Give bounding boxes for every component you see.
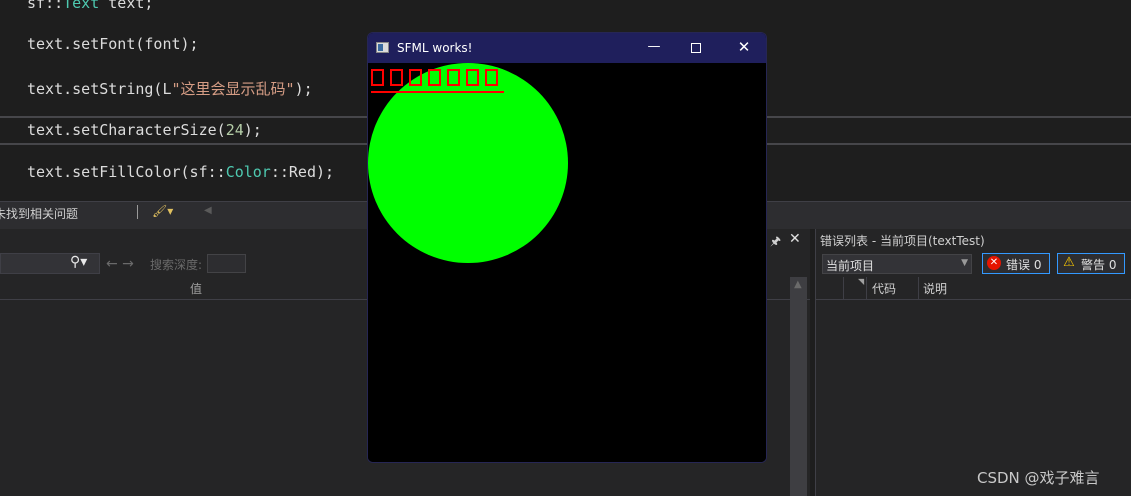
code-column-header[interactable]: 代码 [872, 280, 896, 297]
missing-glyph-box [428, 69, 441, 86]
close-icon[interactable]: ✕ [789, 231, 801, 247]
search-depth-label: 搜索深度: [150, 258, 203, 272]
scope-label: 当前项目 [826, 259, 875, 273]
error-list-header: ◥ 代码 说明 [816, 277, 1131, 300]
chevron-down-icon: ▼ [961, 258, 968, 268]
code-cleanup-icon[interactable]: 🖌▾ [152, 204, 173, 218]
window-title: SFML works! [397, 41, 473, 55]
pin-icon[interactable]: 🖈 [770, 232, 781, 253]
search-icon[interactable]: ⚲▾ [70, 254, 87, 270]
scroll-up-icon[interactable]: ▲ [794, 279, 802, 290]
code-line[interactable]: text.setFillColor(sf::Color::Red); [27, 163, 334, 181]
error-icon: ✕ [987, 256, 1001, 270]
window-titlebar[interactable]: SFML works! — ✕ [368, 33, 766, 63]
missing-glyph-box [409, 69, 422, 86]
search-depth-select[interactable] [207, 254, 246, 273]
warnings-filter-button[interactable]: ⚠ 警告 0 [1057, 253, 1125, 274]
warnings-label: 警告 0 [1081, 258, 1117, 272]
sfml-window[interactable]: SFML works! — ✕ [367, 32, 767, 463]
render-canvas[interactable] [368, 63, 766, 462]
error-list-title: 错误列表 - 当前项目(textTest) [820, 234, 985, 248]
column-divider [866, 277, 867, 299]
value-header-label: 值 [190, 282, 203, 296]
warning-icon: ⚠ [1063, 255, 1075, 270]
scroll-left-icon[interactable]: ◀ [204, 205, 212, 216]
scope-dropdown[interactable]: 当前项目 ▼ [822, 254, 972, 274]
missing-glyph-box [447, 69, 460, 86]
error-list-panel: 错误列表 - 当前项目(textTest) 当前项目 ▼ ✕ 错误 0 ⚠ 警告… [815, 229, 1131, 496]
app-icon [376, 42, 389, 53]
search-nav-arrows[interactable]: ← → [106, 256, 134, 272]
errors-label: 错误 0 [1006, 258, 1042, 272]
maximize-icon[interactable] [691, 43, 701, 53]
column-divider [843, 277, 844, 299]
description-column-header[interactable]: 说明 [923, 280, 947, 297]
issues-status[interactable]: 未找到相关问题 [0, 205, 78, 222]
divider [137, 205, 138, 219]
code-line[interactable]: sf::Text text; [27, 0, 153, 12]
filter-icon[interactable]: ◥ [858, 277, 864, 286]
missing-glyph-box [466, 69, 479, 86]
code-line[interactable]: text.setCharacterSize(24); [27, 121, 262, 139]
minimize-icon[interactable]: — [644, 39, 664, 54]
green-circle [368, 63, 568, 263]
errors-filter-button[interactable]: ✕ 错误 0 [982, 253, 1050, 274]
vertical-scrollbar[interactable] [790, 277, 807, 496]
missing-glyph-box [485, 69, 498, 86]
missing-glyph-box [390, 69, 403, 86]
watermark: CSDN @戏子难言 [977, 469, 1100, 487]
code-line[interactable]: text.setString(L"这里会显示乱码"); [27, 78, 313, 99]
column-divider [918, 277, 919, 299]
close-icon[interactable]: ✕ [734, 38, 754, 56]
missing-glyph-text [371, 69, 504, 93]
missing-glyph-box [371, 69, 384, 86]
code-line[interactable]: text.setFont(font); [27, 35, 199, 53]
